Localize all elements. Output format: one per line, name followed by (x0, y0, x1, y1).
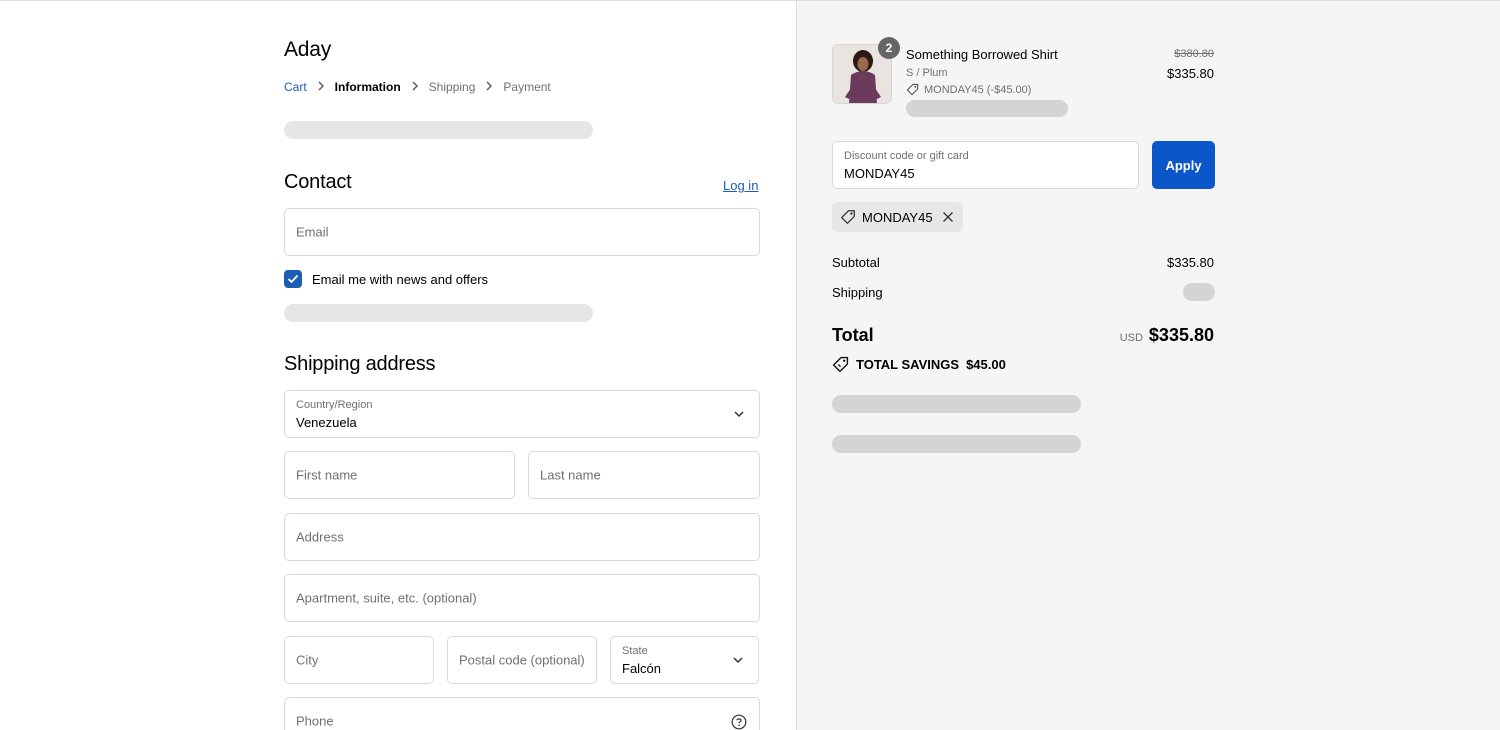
loading-placeholder (832, 435, 1081, 453)
breadcrumb-shipping: Shipping (428, 80, 476, 94)
state-select[interactable]: State Falcón (610, 636, 759, 684)
checkmark-icon (287, 274, 299, 284)
close-icon (942, 212, 953, 222)
applied-discount-code: MONDAY45 (862, 209, 933, 225)
apply-button[interactable]: Apply (1152, 141, 1215, 189)
loading-placeholder (832, 395, 1081, 413)
loading-placeholder (906, 100, 1068, 117)
news-checkbox[interactable] (284, 270, 302, 288)
contact-heading: Contact (284, 171, 352, 193)
shipping-address-heading: Shipping address (284, 353, 436, 375)
subtotal-label: Subtotal (832, 255, 880, 270)
chevron-right-icon (411, 81, 419, 94)
address-field[interactable]: Address (284, 513, 760, 561)
savings-tag-icon (832, 356, 849, 373)
shipping-value-placeholder (1183, 283, 1215, 301)
breadcrumb-payment: Payment (503, 80, 551, 94)
apartment-field[interactable]: Apartment, suite, etc. (optional) (284, 574, 760, 622)
state-value: Falcón (622, 661, 662, 676)
shipping-label: Shipping (832, 285, 883, 300)
city-field[interactable]: City (284, 636, 434, 684)
total-savings-label: TOTAL SAVINGS (856, 357, 960, 372)
country-value: Venezuela (296, 415, 357, 430)
chevron-right-icon (317, 81, 325, 94)
chevron-right-icon (485, 81, 493, 94)
chevron-down-icon (733, 657, 743, 664)
state-label: State (622, 645, 648, 657)
product-discount: MONDAY45 (-$45.00) (906, 83, 1031, 96)
store-name[interactable]: Aday (284, 38, 331, 62)
postal-code-placeholder: Postal code (optional) (459, 652, 585, 668)
tag-icon (906, 83, 919, 96)
country-label: Country/Region (296, 399, 373, 411)
total-savings-value: $45.00 (966, 357, 1006, 372)
city-placeholder: City (296, 652, 319, 668)
first-name-field[interactable]: First name (284, 451, 515, 499)
help-icon[interactable] (731, 714, 747, 730)
last-name-placeholder: Last name (540, 467, 601, 483)
discount-code-label: Discount code or gift card (844, 150, 969, 162)
chevron-down-icon (734, 411, 744, 418)
breadcrumb-information: Information (334, 80, 401, 94)
phone-field[interactable]: Phone (284, 697, 760, 730)
login-link[interactable]: Log in (723, 178, 758, 193)
discounted-price: $335.80 (1167, 66, 1214, 81)
last-name-field[interactable]: Last name (528, 451, 760, 499)
quantity-badge: 2 (878, 37, 900, 59)
email-field[interactable]: Email (284, 208, 760, 256)
discount-code-field[interactable]: Discount code or gift card MONDAY45 (832, 141, 1139, 189)
subtotal-value: $335.80 (1167, 255, 1214, 270)
product-variant: S / Plum (906, 67, 948, 79)
loading-placeholder (284, 304, 593, 322)
news-checkbox-row[interactable]: Email me with news and offers (284, 270, 488, 288)
currency-code: USD (1119, 332, 1143, 344)
total-value-group: USD $335.80 (1120, 325, 1214, 346)
discount-code-value: MONDAY45 (844, 166, 915, 181)
express-checkout-placeholder (284, 121, 593, 139)
breadcrumb-cart[interactable]: Cart (284, 80, 307, 94)
postal-code-field[interactable]: Postal code (optional) (447, 636, 597, 684)
news-checkbox-label: Email me with news and offers (312, 271, 489, 287)
total-value: $335.80 (1148, 325, 1214, 345)
apartment-placeholder: Apartment, suite, etc. (optional) (296, 590, 477, 606)
breadcrumb: Cart Information Shipping Payment (284, 80, 551, 94)
total-savings: TOTAL SAVINGS $45.00 (832, 356, 1006, 373)
phone-placeholder: Phone (296, 713, 334, 729)
tag-icon (841, 210, 855, 224)
first-name-placeholder: First name (296, 467, 358, 483)
product-name: Something Borrowed Shirt (906, 47, 1058, 62)
applied-discount-chip: MONDAY45 (832, 202, 963, 232)
total-label: Total (832, 325, 874, 345)
country-select[interactable]: Country/Region Venezuela (284, 390, 760, 438)
product-discount-text: MONDAY45 (-$45.00) (924, 83, 1032, 96)
original-price: $380.80 (1174, 48, 1214, 60)
email-placeholder: Email (296, 224, 329, 240)
remove-discount-button[interactable] (942, 211, 954, 223)
address-placeholder: Address (296, 529, 344, 545)
